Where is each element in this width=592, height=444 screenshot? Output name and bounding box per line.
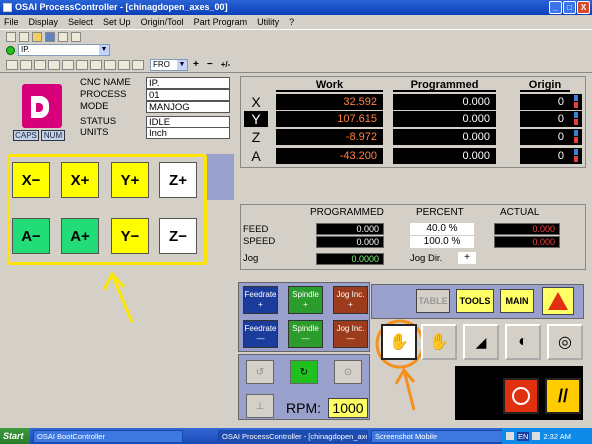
warning-button[interactable] bbox=[542, 287, 574, 315]
feed-hold-button[interactable]: // bbox=[545, 378, 581, 414]
rpm-label: RPM: bbox=[286, 400, 321, 416]
spindle-minus-button[interactable]: Spindle — bbox=[288, 320, 323, 348]
spindle-plus-button[interactable]: Spindle + bbox=[288, 286, 323, 314]
handwheel-icon: ◎ bbox=[558, 334, 572, 351]
feed-programmed-value: 0.000 bbox=[316, 223, 384, 235]
table-button[interactable]: TABLE bbox=[416, 289, 450, 313]
spindle-cw-button[interactable]: ↻ bbox=[290, 360, 318, 384]
handwheel-button[interactable]: ◎ bbox=[547, 324, 583, 360]
jog-inc-plus-button[interactable]: Jog Inc. + bbox=[333, 286, 368, 314]
spindle-ccw-icon: ↺ bbox=[255, 366, 265, 378]
speed-label: SPEED bbox=[243, 236, 276, 247]
spindle-ccw-button[interactable]: ↺ bbox=[246, 360, 274, 384]
start-button[interactable]: Start bbox=[0, 428, 30, 444]
jog-label: Jog bbox=[243, 253, 259, 264]
jog-dir-label: Jog Dir. bbox=[410, 253, 443, 264]
manual-jog-mode-button[interactable]: ✋ bbox=[381, 324, 417, 360]
home-axis-button[interactable]: ◐ bbox=[505, 324, 541, 360]
feedrate-minus-button[interactable]: Feedrate — bbox=[243, 320, 278, 348]
system-tray: EN 2:32 AM bbox=[502, 428, 592, 444]
jog-inc-minus-button[interactable]: Jog Inc. — bbox=[333, 320, 368, 348]
rpm-value[interactable]: 1000 bbox=[328, 398, 368, 418]
tools-button[interactable]: TOOLS bbox=[456, 289, 494, 313]
task-processcontroller[interactable]: OSAI ProcessController - [chinagdopen_ax… bbox=[218, 429, 368, 443]
incremental-jog-mode-button[interactable]: ✋ bbox=[421, 324, 457, 360]
hand-incremental-icon: ✋ bbox=[429, 334, 449, 351]
warning-icon bbox=[548, 292, 568, 310]
path-mode-button[interactable]: ◢ bbox=[463, 324, 499, 360]
speed-percent-value: 100.0 % bbox=[410, 236, 474, 248]
jog-value: 0.0000 bbox=[316, 253, 384, 265]
spindle-orient-icon: ⊥ bbox=[255, 400, 265, 412]
feed-programmed-header: PROGRAMMED bbox=[310, 207, 384, 218]
feed-percent-value: 40.0 % bbox=[410, 223, 474, 235]
language-indicator[interactable]: EN bbox=[517, 431, 530, 441]
cycle-stop-button[interactable] bbox=[503, 378, 539, 414]
yellow-arrow-line bbox=[110, 273, 134, 323]
jog-dir-value[interactable]: + bbox=[458, 252, 476, 264]
feedrate-plus-button[interactable]: Feedrate + bbox=[243, 286, 278, 314]
speed-actual-value: 0.000 bbox=[494, 236, 560, 248]
stop-icon bbox=[512, 387, 530, 405]
clock: 2:32 AM bbox=[543, 431, 571, 441]
hand-jog-icon: ✋ bbox=[389, 334, 409, 351]
spindle-stop-icon: ⊙ bbox=[343, 366, 353, 378]
tray-network-icon bbox=[506, 432, 514, 440]
feed-actual-header: ACTUAL bbox=[500, 207, 540, 218]
task-bootcontroller[interactable]: OSAI BootController bbox=[33, 429, 183, 443]
task-screenshot-mobile[interactable]: Screenshot Mobile bbox=[371, 429, 511, 443]
reference-icon: ◐ bbox=[518, 333, 528, 350]
feed-actual-value: 0.000 bbox=[494, 223, 560, 235]
hold-slashes-icon: // bbox=[557, 385, 568, 406]
feed-label: FEED bbox=[243, 224, 269, 235]
speed-programmed-value: 0.000 bbox=[316, 236, 384, 248]
path-icon: ◢ bbox=[475, 333, 487, 350]
feed-percent-header: PERCENT bbox=[416, 207, 464, 218]
spindle-cw-icon: ↻ bbox=[299, 366, 309, 378]
main-button[interactable]: MAIN bbox=[500, 289, 534, 313]
spindle-orient-button[interactable]: ⊥ bbox=[246, 394, 274, 418]
spindle-stop-button[interactable]: ⊙ bbox=[334, 360, 362, 384]
windows-taskbar: Start OSAI BootController OSAI ProcessCo… bbox=[0, 428, 592, 444]
tray-volume-icon bbox=[532, 432, 541, 440]
